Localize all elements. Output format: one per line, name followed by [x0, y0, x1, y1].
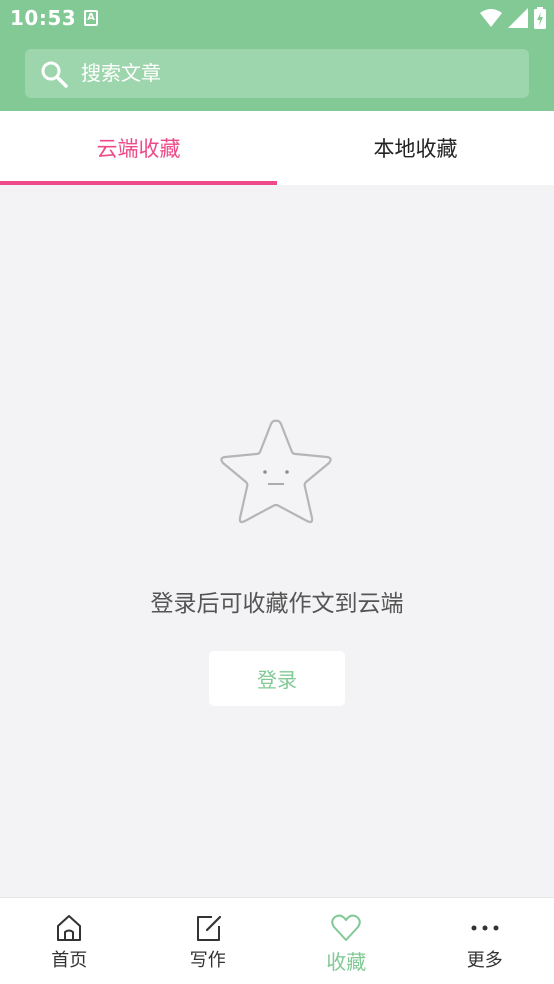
- more-icon: [471, 925, 499, 931]
- login-button[interactable]: 登录: [209, 651, 345, 706]
- nav-item-home[interactable]: 首页: [0, 898, 139, 984]
- tab-bar: 云端收藏 本地收藏: [0, 111, 554, 185]
- wifi-icon: [480, 9, 502, 27]
- nav-label: 更多: [466, 950, 503, 971]
- nav-label: 收藏: [326, 950, 367, 974]
- header: 10:53 A: [0, 0, 554, 111]
- app-root: 10:53 A 云端收藏 本地: [0, 0, 554, 984]
- search-input[interactable]: [81, 49, 511, 98]
- notification-a-icon: A: [84, 10, 98, 26]
- nav-label: 写作: [189, 950, 226, 971]
- nav-item-favorites[interactable]: 收藏: [277, 898, 416, 984]
- nav-item-more[interactable]: 更多: [416, 898, 554, 984]
- nav-item-write[interactable]: 写作: [139, 898, 278, 984]
- edit-icon: [196, 915, 221, 941]
- heart-icon: [331, 914, 361, 941]
- home-icon: [57, 915, 82, 941]
- tab-local-favorites[interactable]: 本地收藏: [277, 111, 554, 185]
- battery-icon: [534, 7, 546, 29]
- tab-label: 云端收藏: [96, 137, 181, 161]
- signal-icon: [508, 8, 528, 28]
- bottom-nav: 首页 写作 收藏 更多: [0, 897, 554, 984]
- search-icon: [41, 61, 68, 88]
- search-box[interactable]: [25, 49, 529, 98]
- star-icon: [220, 419, 332, 524]
- status-icons: [480, 6, 546, 30]
- tab-cloud-favorites[interactable]: 云端收藏: [0, 111, 277, 185]
- tab-indicator: [0, 181, 277, 185]
- status-time: 10:53: [10, 6, 77, 30]
- tab-label: 本地收藏: [373, 137, 458, 161]
- nav-label: 首页: [51, 950, 88, 971]
- empty-message: 登录后可收藏作文到云端: [150, 591, 404, 617]
